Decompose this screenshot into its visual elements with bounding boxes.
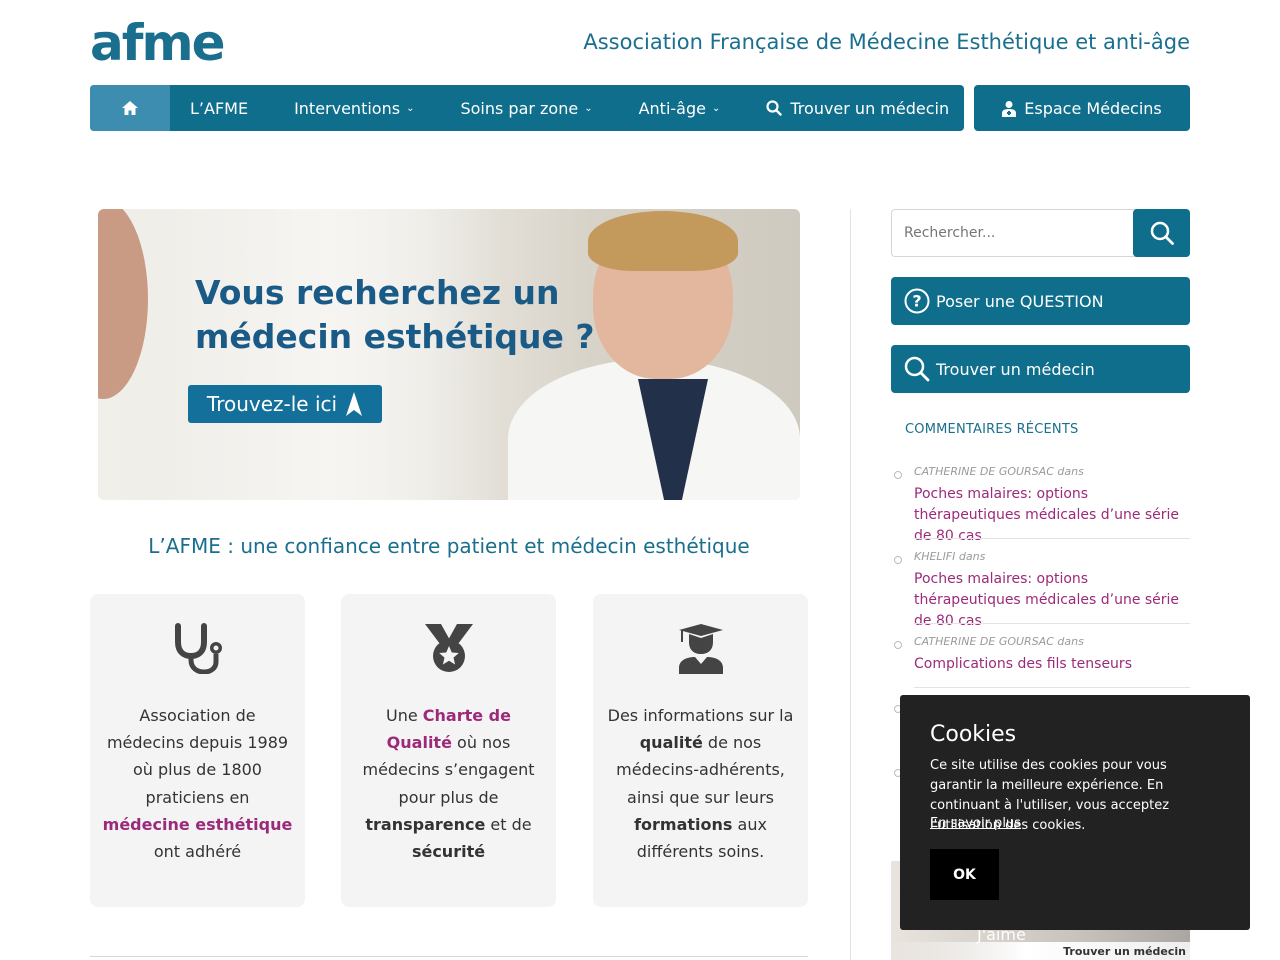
nav-item-label: Anti-âge	[638, 98, 706, 118]
feature-text-charte: Une Charte de Qualité où nos médecins s’…	[362, 706, 535, 862]
nav-item-label: Trouver un médecin	[790, 98, 950, 118]
banner-button-label: Trouvez-le ici	[206, 392, 338, 416]
banner-title-line2: médecin esthétique ?	[195, 317, 595, 356]
recent-comment: CATHERINE DE GOURSAC dans Poches malaire…	[914, 465, 1190, 547]
nav-item-label: L’AFME	[190, 98, 249, 118]
comment-bullet-icon	[894, 556, 902, 564]
nav-item-soins-par-zone[interactable]: Soins par zone ⌄	[460, 85, 592, 131]
comment-separator	[914, 538, 1190, 539]
feature-text-association: Association de médecins depuis 1989 où p…	[102, 706, 293, 862]
comment-separator	[914, 623, 1190, 624]
recent-comment: KHELIFI dans Poches malaires: options th…	[914, 550, 1190, 632]
find-doctor-button[interactable]: Trouver un médecin	[891, 345, 1190, 393]
sidebar-search	[891, 209, 1190, 257]
main-nav: L’AFME Interventions ⌄ Soins par zone ⌄ …	[90, 85, 964, 131]
espace-medecins-button[interactable]: Espace Médecins	[974, 85, 1190, 131]
nav-item-label: Soins par zone	[460, 98, 579, 118]
cookie-learn-more-link[interactable]: En savoir plus	[930, 816, 1021, 831]
ad-caption: Trouver un médecin	[1063, 945, 1186, 958]
home-icon	[122, 101, 138, 115]
comment-post-link[interactable]: Complications des fils tenseurs	[914, 654, 1190, 675]
charte-link[interactable]: Charte de Qualité	[387, 706, 511, 752]
feature-card-formations: Des informations sur la qualité de nos m…	[593, 594, 808, 907]
search-icon	[904, 356, 930, 382]
cursor-arrow-icon	[346, 392, 363, 416]
ask-question-label: Poser une QUESTION	[936, 291, 1104, 311]
search-input[interactable]	[892, 210, 1134, 256]
recent-comments-title: COMMENTAIRES RÉCENTS	[905, 422, 1079, 437]
feature-card-charte: Une Charte de Qualité où nos médecins s’…	[341, 594, 556, 907]
banner-find-button[interactable]: Trouvez-le ici	[188, 385, 382, 423]
nav-item-anti-age[interactable]: Anti-âge ⌄	[639, 85, 721, 131]
find-doctor-label: Trouver un médecin	[936, 359, 1095, 379]
site-tagline: Association Française de Médecine Esthét…	[583, 30, 1190, 54]
comment-bullet-icon	[894, 641, 902, 649]
chevron-down-icon: ⌄	[711, 102, 721, 114]
cookie-banner: Cookies Ce site utilise des cookies pour…	[900, 695, 1250, 930]
medal-icon	[424, 624, 473, 672]
nav-item-interventions[interactable]: Interventions ⌄	[294, 85, 414, 131]
espace-medecins-label: Espace Médecins	[1024, 98, 1162, 118]
nav-item-afme[interactable]: L’AFME	[190, 85, 248, 131]
nav-item-trouver-medecin[interactable]: Trouver un médecin	[766, 85, 949, 131]
stethoscope-icon	[174, 623, 222, 674]
recent-comment: CATHERINE DE GOURSAC dans Complications …	[914, 635, 1190, 675]
doctor-icon	[1002, 100, 1017, 117]
comment-author: CATHERINE DE GOURSAC dans	[914, 465, 1084, 478]
chevron-down-icon: ⌄	[584, 102, 593, 114]
banner-title: Vous recherchez un médecin esthétique ?	[195, 271, 595, 359]
banner-doctor-hair	[588, 211, 738, 271]
nav-home-button[interactable]	[90, 85, 170, 131]
ask-question-button[interactable]: ? Poser une QUESTION	[891, 277, 1190, 325]
banner-title-line1: Vous recherchez un	[195, 273, 560, 312]
search-icon	[1150, 221, 1174, 245]
comment-separator	[914, 687, 1190, 688]
section-subheading: L’AFME : une confiance entre patient et …	[148, 534, 750, 558]
graduate-icon	[678, 624, 723, 674]
banner-patient-silhouette	[98, 209, 148, 399]
comment-author: CATHERINE DE GOURSAC dans	[914, 635, 1084, 648]
find-doctor-banner[interactable]: Vous recherchez un médecin esthétique ? …	[98, 209, 800, 500]
cookie-ok-button[interactable]: OK	[930, 849, 999, 900]
comment-bullet-icon	[894, 471, 902, 479]
search-button[interactable]	[1133, 209, 1190, 257]
svg-text:?: ?	[912, 292, 921, 311]
search-icon	[766, 100, 783, 116]
nav-item-label: Interventions	[294, 98, 401, 118]
afme-logo[interactable]: afme	[90, 14, 226, 72]
column-divider	[850, 209, 851, 960]
feature-text-formations: Des informations sur la qualité de nos m…	[607, 706, 794, 862]
cookie-title: Cookies	[930, 722, 1017, 747]
question-icon: ?	[904, 288, 930, 314]
feature-card-association: Association de médecins depuis 1989 où p…	[90, 594, 305, 907]
chevron-down-icon: ⌄	[406, 102, 415, 114]
section-divider	[90, 956, 808, 957]
comment-author: KHELIFI dans	[914, 550, 986, 563]
